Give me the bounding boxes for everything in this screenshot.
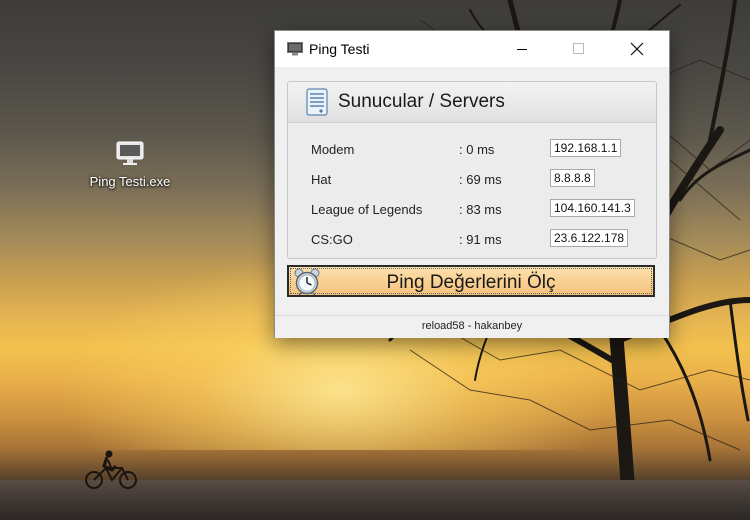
minimize-icon bbox=[517, 49, 527, 50]
server-row-league-of-legends: League of Legends : 83 ms 104.160.141.3 bbox=[288, 199, 656, 221]
server-name: Modem bbox=[311, 142, 355, 157]
server-ip-field[interactable]: 23.6.122.178 bbox=[550, 229, 629, 247]
cyclist-silhouette bbox=[85, 450, 137, 489]
server-row-hat: Hat : 69 ms 8.8.8.8 bbox=[288, 169, 656, 191]
server-row-modem: Modem : 0 ms 192.168.1.1 bbox=[288, 139, 656, 161]
maximize-button[interactable] bbox=[555, 31, 601, 67]
server-ip-field[interactable]: 8.8.8.8 bbox=[550, 169, 595, 187]
server-name: CS:GO bbox=[311, 232, 353, 247]
desktop-shortcut-ping-testi[interactable]: Ping Testi.exe bbox=[80, 138, 180, 189]
server-ping: : 0 ms bbox=[459, 142, 495, 157]
servers-panel: Sunucular / Servers Modem : 0 ms 192.168… bbox=[287, 81, 657, 259]
network-monitor-icon bbox=[116, 141, 144, 165]
server-name: League of Legends bbox=[311, 202, 423, 217]
servers-panel-header: Sunucular / Servers bbox=[288, 82, 656, 123]
server-name: Hat bbox=[311, 172, 332, 187]
server-ping: : 83 ms bbox=[459, 202, 502, 217]
measure-ping-button[interactable]: Ping Değerlerini Ölç bbox=[287, 265, 655, 297]
close-button[interactable] bbox=[615, 31, 661, 67]
measure-ping-label: Ping Değerlerini Ölç bbox=[386, 272, 556, 293]
server-ip-field[interactable]: 192.168.1.1 bbox=[550, 139, 622, 157]
server-ip-field[interactable]: 104.160.141.3 bbox=[550, 199, 635, 217]
desktop-shortcut-label: Ping Testi.exe bbox=[89, 174, 171, 189]
server-icon bbox=[306, 88, 328, 116]
status-footer: reload58 - hakanbey bbox=[275, 315, 669, 338]
monitor-icon bbox=[287, 42, 303, 56]
close-icon bbox=[630, 42, 644, 56]
panel-heading: Sunucular / Servers bbox=[338, 91, 505, 112]
title-bar[interactable]: Ping Testi bbox=[275, 31, 669, 67]
ping-testi-window: Ping Testi Sunucular / Servers Modem: 0… bbox=[274, 30, 670, 338]
credit-text: reload58 - hakanbey bbox=[421, 320, 523, 332]
maximize-icon bbox=[573, 43, 584, 54]
server-ping: : 69 ms bbox=[459, 172, 502, 187]
server-ping: : 91 ms bbox=[459, 232, 502, 247]
window-title: Ping Testi bbox=[309, 41, 370, 57]
server-row-csgo: CS:GO : 91 ms 23.6.122.178 bbox=[288, 229, 656, 251]
minimize-button[interactable] bbox=[499, 31, 545, 67]
